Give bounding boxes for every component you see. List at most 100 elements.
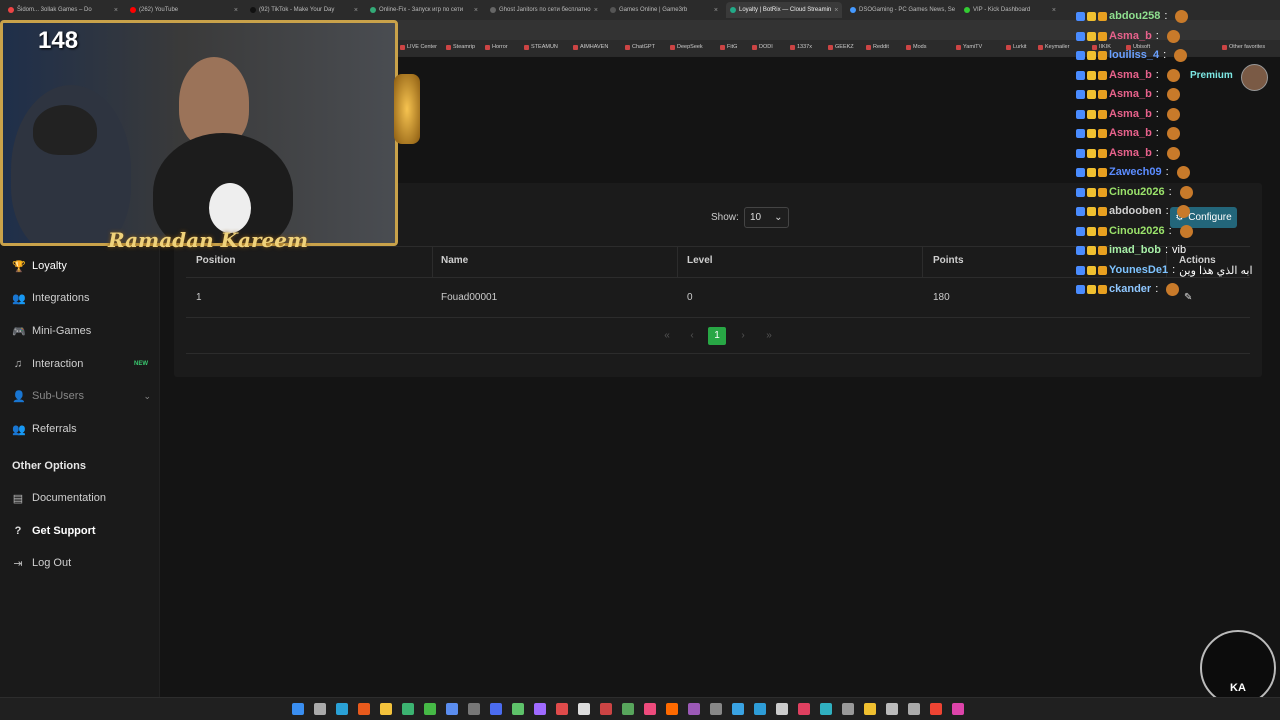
bookmark-item[interactable]: AIMHAVEN [573,44,608,50]
taskbar-app-icon[interactable] [314,703,326,715]
taskbar-app-icon[interactable] [644,703,656,715]
last-page-icon[interactable]: » [760,327,778,345]
taskbar-app-icon[interactable] [930,703,942,715]
edit-icon[interactable]: ✎ [1184,292,1192,303]
browser-tab[interactable]: Games Online | Game3rb × [606,2,722,18]
sidebar-item-integrations[interactable]: 👥 Integrations [12,288,157,308]
taskbar-app-icon[interactable] [468,703,480,715]
bookmark-item[interactable]: YamiTV [956,44,982,50]
taskbar-app-icon[interactable] [908,703,920,715]
browser-tab[interactable]: (92) TikTok - Make Your Day × [246,2,362,18]
taskbar-app-icon[interactable] [864,703,876,715]
taskbar-app-icon[interactable] [776,703,788,715]
taskbar-app-icon[interactable] [754,703,766,715]
bookmark-item[interactable]: Reddit [866,44,889,50]
browser-tab[interactable]: Šidom... 3ollak Games – Do × [4,2,122,18]
next-page-icon[interactable]: › [734,327,752,345]
chat-badge-icon [1087,265,1096,275]
taskbar-app-icon[interactable] [446,703,458,715]
bookmark-item[interactable]: STEAMUN [524,44,558,50]
sidebar-item-documentation[interactable]: ▤ Documentation [12,488,157,508]
configure-label: Configure [1188,212,1232,223]
taskbar-app-icon[interactable] [534,703,546,715]
taskbar-app-icon[interactable] [622,703,634,715]
sidebar-item-label: Get Support [32,525,96,537]
bookmark-item[interactable]: GEEKZ [828,44,854,50]
chat-badge-icon [1098,109,1107,119]
close-icon[interactable]: × [474,7,478,14]
sidebar-item-log-out[interactable]: ⇥ Log Out [12,553,157,573]
taskbar-app-icon[interactable] [798,703,810,715]
sidebar-item-get-support[interactable]: ? Get Support [12,521,157,541]
taskbar-app-icon[interactable] [380,703,392,715]
bookmark-item[interactable]: DODI [752,44,773,50]
taskbar-app-icon[interactable] [402,703,414,715]
bookmark-icon [1006,44,1011,50]
browser-tab[interactable]: (262) YouTube × [126,2,242,18]
bookmark-item[interactable]: Steamrip [446,44,475,50]
sidebar-item-sub-users[interactable]: 👤 Sub-Users ⌄ [12,386,157,406]
bookmark-label: DeepSeek [677,44,703,50]
taskbar-app-icon[interactable] [666,703,678,715]
page-button-current[interactable]: 1 [708,327,726,345]
chat-username: Asma_b [1109,69,1152,81]
bookmark-item[interactable]: Other favorites [1222,44,1265,50]
bookmark-item[interactable]: 1337x [790,44,812,50]
column-header-points[interactable]: Points [933,255,964,266]
chat-badge-icon [1087,206,1096,216]
taskbar-app-icon[interactable] [732,703,744,715]
close-icon[interactable]: × [594,7,598,14]
taskbar-app-icon[interactable] [336,703,348,715]
column-header-name[interactable]: Name [441,255,468,266]
taskbar-app-icon[interactable] [556,703,568,715]
bookmark-item[interactable]: DeepSeek [670,44,703,50]
taskbar-app-icon[interactable] [710,703,722,715]
bookmark-item[interactable]: LIVE Center [400,44,437,50]
close-icon[interactable]: × [1052,7,1056,14]
browser-tab[interactable]: Ghost Janitors по сети бесплатно × [486,2,602,18]
prev-page-icon[interactable]: ‹ [683,327,701,345]
taskbar-app-icon[interactable] [688,703,700,715]
taskbar-app-icon[interactable] [886,703,898,715]
taskbar-app-icon[interactable] [490,703,502,715]
chat-badge-icon [1076,148,1085,158]
column-header-position[interactable]: Position [196,255,235,266]
bookmark-item[interactable]: FitG [720,44,737,50]
browser-tab[interactable]: VIP - Kick Dashboard × [960,2,1060,18]
close-icon[interactable]: × [354,7,358,14]
bookmark-item[interactable]: Horror [485,44,508,50]
sidebar-item-referrals[interactable]: 👥 Referrals [12,419,157,439]
chat-badge-icon [1098,187,1107,197]
taskbar-app-icon[interactable] [842,703,854,715]
first-page-icon[interactable]: « [658,327,676,345]
page-size-select[interactable]: 10 ⌄ [744,207,789,228]
browser-tab[interactable]: Online-Fix - Запуск игр по сети × [366,2,482,18]
close-icon[interactable]: × [234,7,238,14]
sidebar-item-loyalty[interactable]: 🏆 Loyalty [12,256,157,276]
taskbar-app-icon[interactable] [820,703,832,715]
column-header-level[interactable]: Level [687,255,713,266]
sidebar-item-mini-games[interactable]: 🎮 Mini-Games [12,321,157,341]
close-icon[interactable]: × [714,7,718,14]
bookmark-item[interactable]: Keymailer [1038,44,1069,50]
taskbar-app-icon[interactable] [578,703,590,715]
bookmark-item[interactable]: ChatGPT [625,44,655,50]
chat-separator: : [1155,30,1159,42]
chat-username: Asma_b [1109,108,1152,120]
browser-tab[interactable]: DSOGaming - PC Games News, Se× [846,2,956,18]
taskbar-app-icon[interactable] [952,703,964,715]
chat-badge-icon [1098,206,1107,216]
taskbar-app-icon[interactable] [358,703,370,715]
taskbar-app-icon[interactable] [512,703,524,715]
taskbar-app-icon[interactable] [600,703,612,715]
sidebar-item-interaction[interactable]: ♫ Interaction NEW [12,354,157,374]
bookmark-icon [1038,44,1043,50]
close-icon[interactable]: × [834,7,838,14]
browser-tab[interactable]: Loyalty | BotRix — Cloud Streamin × [726,2,842,18]
bookmark-item[interactable]: Mods [906,44,926,50]
taskbar-app-icon[interactable] [424,703,436,715]
avatar[interactable] [1241,64,1268,91]
bookmark-item[interactable]: Lurkit [1006,44,1026,50]
taskbar-app-icon[interactable] [292,703,304,715]
close-icon[interactable]: × [114,7,118,14]
